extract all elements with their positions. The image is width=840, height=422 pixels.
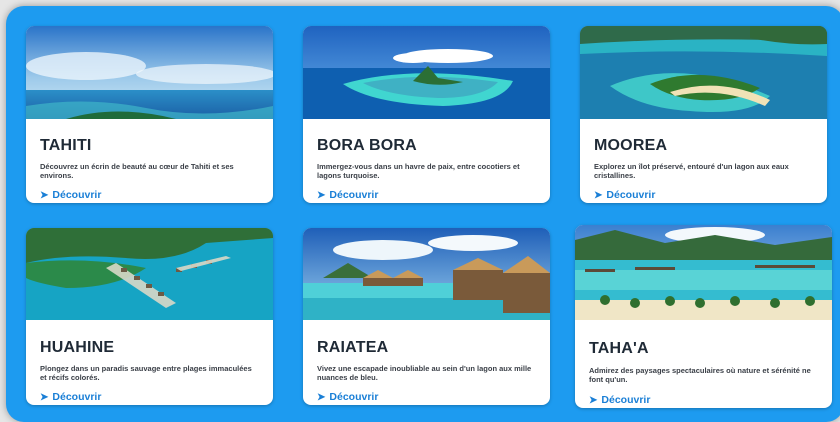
card-title: RAIATEA (317, 339, 389, 356)
card-title: BORA BORA (317, 137, 417, 154)
arrow-right-icon: ➤ (594, 189, 603, 201)
discover-link[interactable]: ➤ Découvrir (40, 391, 101, 403)
destination-card-raiatea[interactable]: RAIATEA Vivez une escapade inoubliable a… (303, 228, 550, 405)
arrow-right-icon: ➤ (317, 391, 326, 403)
destination-card-tahaa[interactable]: TAHA'A Admirez des paysages spectaculair… (575, 225, 832, 408)
discover-link-label: Découvrir (329, 391, 379, 403)
card-description: Admirez des paysages spectaculaires où n… (589, 366, 811, 384)
discover-link[interactable]: ➤ Découvrir (594, 189, 655, 201)
discover-link-label: Découvrir (606, 189, 656, 201)
destination-card-bora-bora[interactable]: BORA BORA Immergez-vous dans un havre de… (303, 26, 550, 203)
card-description: Immergez-vous dans un havre de paix, ent… (317, 162, 520, 180)
arrow-right-icon: ➤ (317, 189, 326, 201)
raiatea-photo (303, 228, 550, 320)
discover-link-label: Découvrir (329, 189, 379, 201)
discover-link-label: Découvrir (52, 391, 102, 403)
card-description: Explorez un îlot préservé, entouré d'un … (594, 162, 789, 180)
card-description: Plongez dans un paradis sauvage entre pl… (40, 364, 252, 382)
tahaa-photo (575, 225, 832, 320)
card-title: MOOREA (594, 137, 668, 154)
arrow-right-icon: ➤ (40, 391, 49, 403)
discover-link-label: Découvrir (601, 394, 651, 406)
arrow-right-icon: ➤ (589, 394, 598, 406)
moorea-photo (580, 26, 827, 119)
card-title: HUAHINE (40, 339, 115, 356)
destinations-panel: TAHITI Découvrez un écrin de beauté au c… (6, 6, 840, 422)
card-title: TAHA'A (589, 340, 649, 357)
discover-link[interactable]: ➤ Découvrir (317, 189, 378, 201)
tahiti-photo (26, 26, 273, 119)
destination-card-huahine[interactable]: HUAHINE Plongez dans un paradis sauvage … (26, 228, 273, 405)
huahine-photo (26, 228, 273, 320)
card-description: Vivez une escapade inoubliable au sein d… (317, 364, 532, 382)
discover-link[interactable]: ➤ Découvrir (317, 391, 378, 403)
discover-link[interactable]: ➤ Découvrir (589, 394, 650, 406)
destination-card-moorea[interactable]: MOOREA Explorez un îlot préservé, entour… (580, 26, 827, 203)
discover-link-label: Découvrir (52, 189, 102, 201)
card-description: Découvrez un écrin de beauté au cœur de … (40, 162, 234, 180)
card-title: TAHITI (40, 137, 92, 154)
discover-link[interactable]: ➤ Découvrir (40, 189, 101, 201)
arrow-right-icon: ➤ (40, 189, 49, 201)
destination-card-tahiti[interactable]: TAHITI Découvrez un écrin de beauté au c… (26, 26, 273, 203)
bora-bora-photo (303, 26, 550, 119)
